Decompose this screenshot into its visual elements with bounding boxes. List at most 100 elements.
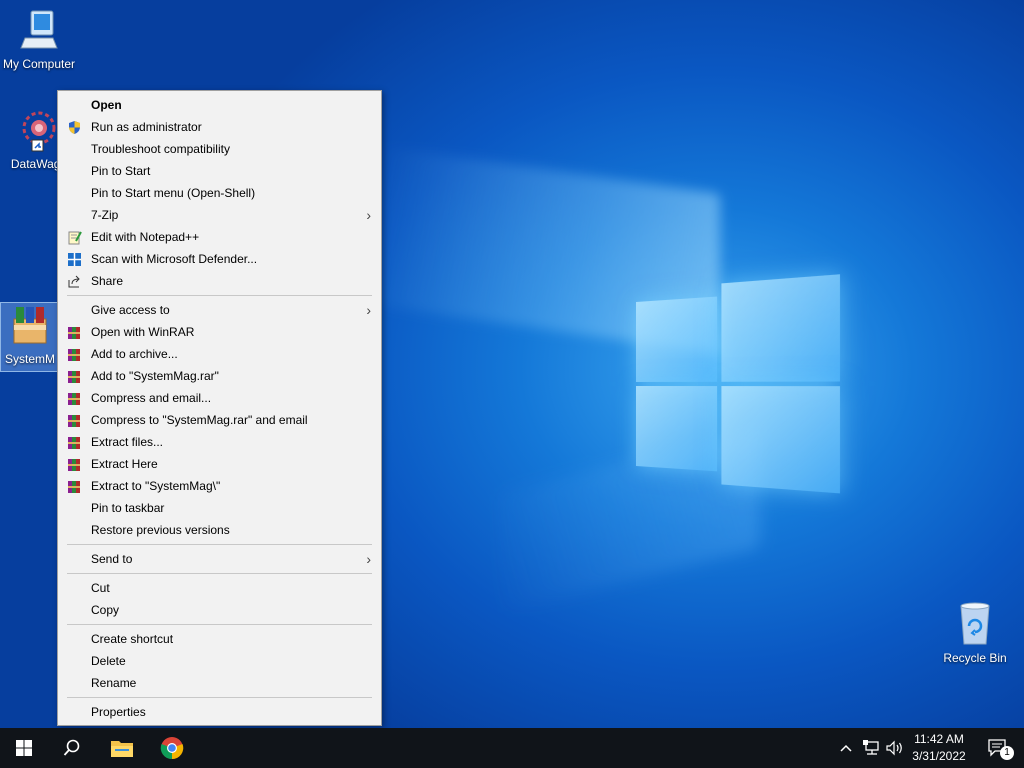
menu-item-create-shortcut[interactable]: Create shortcut [58,628,381,650]
context-menu: Open Run as administrator Troubleshoot c… [57,90,382,726]
menu-item-give-access[interactable]: Give access to › [58,299,381,321]
menu-item-add-to-archive[interactable]: Add to archive... [58,343,381,365]
menu-item-pin-to-start[interactable]: Pin to Start [58,160,381,182]
tray-network[interactable] [860,728,884,768]
menu-item-pin-open-shell[interactable]: Pin to Start menu (Open-Shell) [58,182,381,204]
menu-item-compress-email[interactable]: Compress and email... [58,387,381,409]
menu-item-edit-notepadpp[interactable]: Edit with Notepad++ [58,226,381,248]
search-button[interactable] [48,728,96,768]
menu-item-label: Pin to Start menu (Open-Shell) [91,186,256,200]
notepad-plus-plus-icon [68,231,82,245]
menu-item-label: Extract Here [91,457,158,471]
submenu-arrow-icon: › [366,207,371,223]
menu-item-label: Add to "SystemMag.rar" [91,369,219,383]
menu-item-7zip[interactable]: 7-Zip › [58,204,381,226]
menu-item-label: Cut [91,581,110,595]
menu-item-add-to-rar[interactable]: Add to "SystemMag.rar" [58,365,381,387]
volume-icon [886,740,902,756]
menu-item-label: Add to archive... [91,347,178,361]
menu-item-label: Extract to "SystemMag\" [91,479,221,493]
menu-item-label: Copy [91,603,120,617]
computer-icon [20,10,58,49]
menu-item-scan-defender[interactable]: Scan with Microsoft Defender... [58,248,381,270]
menu-item-pin-to-taskbar[interactable]: Pin to taskbar [58,497,381,519]
menu-item-label: Edit with Notepad++ [91,230,200,244]
action-center-button[interactable]: 1 [978,728,1018,768]
menu-item-open-winrar[interactable]: Open with WinRAR [58,321,381,343]
menu-item-run-as-admin[interactable]: Run as administrator [58,116,381,138]
windows-wallpaper-logo [636,274,843,496]
menu-item-label: Create shortcut [91,632,174,646]
winrar-icon [68,393,80,405]
menu-item-label: Restore previous versions [91,523,230,537]
menu-item-label: Compress to "SystemMag.rar" and email [91,413,308,427]
desktop-icon-recycle-bin[interactable]: Recycle Bin [936,600,1014,665]
menu-item-label: Extract files... [91,435,164,449]
menu-item-label: Compress and email... [91,391,212,405]
network-icon [863,740,879,755]
winrar-icon [68,459,80,471]
menu-item-label: Troubleshoot compatibility [91,142,230,156]
menu-item-compress-rar-email[interactable]: Compress to "SystemMag.rar" and email [58,409,381,431]
winrar-archive-icon [13,307,47,344]
menu-separator [67,624,372,625]
start-button[interactable] [0,728,48,768]
menu-item-extract-here[interactable]: Extract Here [58,453,381,475]
menu-item-label: Rename [91,676,137,690]
desktop-icon-my-computer[interactable]: My Computer [0,8,78,71]
uac-shield-icon [69,121,80,134]
menu-item-cut[interactable]: Cut [58,577,381,599]
menu-item-label: Pin to taskbar [91,501,165,515]
menu-item-label: Give access to [91,303,170,317]
file-explorer-icon [111,741,133,757]
menu-item-open[interactable]: Open [58,94,381,116]
winrar-icon [68,437,80,449]
menu-item-label: Delete [91,654,126,668]
desktop-icon-systemmag[interactable]: SystemM [0,302,60,372]
menu-item-copy[interactable]: Copy [58,599,381,621]
submenu-arrow-icon: › [366,551,371,567]
recycle-bin-icon [960,602,990,645]
menu-separator [67,544,372,545]
menu-item-extract-to-folder[interactable]: Extract to "SystemMag\" [58,475,381,497]
menu-item-label: Run as administrator [91,120,202,134]
winrar-icon [68,371,80,383]
menu-item-label: Send to [91,552,133,566]
menu-item-troubleshoot[interactable]: Troubleshoot compatibility [58,138,381,160]
submenu-arrow-icon: › [366,302,371,318]
tray-overflow-chevron[interactable] [836,728,856,768]
winrar-icon [68,349,80,361]
system-clock[interactable]: 11:42 AM 3/31/2022 [904,731,974,765]
menu-item-label: Scan with Microsoft Defender... [91,252,258,266]
menu-item-extract-files[interactable]: Extract files... [58,431,381,453]
menu-item-send-to[interactable]: Send to › [58,548,381,570]
menu-item-restore-versions[interactable]: Restore previous versions [58,519,381,541]
notification-count-badge: 1 [1000,746,1014,760]
chrome-icon [160,737,184,760]
menu-separator [67,573,372,574]
windows-start-icon [16,740,32,756]
desktop-icon-label: My Computer [2,57,76,71]
menu-item-rename[interactable]: Rename [58,672,381,694]
clock-time: 11:42 AM [914,732,964,746]
menu-item-properties[interactable]: Properties [58,701,381,723]
share-icon [68,275,80,288]
menu-item-delete[interactable]: Delete [58,650,381,672]
menu-item-label: Open with WinRAR [91,325,195,339]
menu-item-label: Open [91,98,122,112]
taskbar-chrome[interactable] [148,728,196,768]
menu-item-label: Properties [91,705,146,719]
datawago-app-icon [22,111,56,152]
menu-item-label: 7-Zip [91,208,119,222]
clock-date: 3/31/2022 [912,749,966,763]
tray-volume[interactable] [884,728,906,768]
menu-item-share[interactable]: Share [58,270,381,292]
defender-icon [68,253,81,266]
search-icon [63,739,80,756]
chevron-up-icon [840,744,852,752]
desktop-icon-label: Recycle Bin [943,651,1007,665]
taskbar-file-explorer[interactable] [98,728,146,768]
winrar-icon [68,327,80,339]
menu-separator [67,697,372,698]
desktop-icon-label: SystemM [4,352,55,366]
